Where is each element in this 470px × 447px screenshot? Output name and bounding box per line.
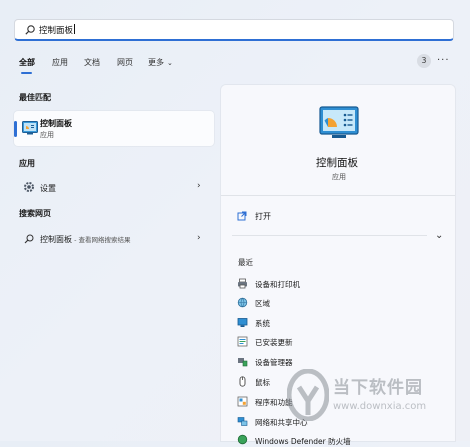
recent-item[interactable]: 系统: [255, 318, 270, 329]
divider: [232, 235, 427, 236]
expand-chevron-icon[interactable]: ⌄: [435, 230, 443, 241]
active-tab-indicator: [21, 72, 32, 74]
chevron-right-icon: ›: [197, 181, 201, 191]
mouse-icon: [239, 376, 246, 387]
tab-more[interactable]: 更多 ⌄: [148, 57, 173, 69]
chevron-right-icon: ›: [197, 233, 201, 243]
recent-item[interactable]: 鼠标: [255, 377, 270, 388]
tab-web[interactable]: 网页: [117, 57, 133, 69]
monitor-icon: [237, 318, 248, 327]
watermark-title: 当下软件园: [333, 378, 423, 398]
more-options-icon[interactable]: ···: [437, 55, 450, 66]
app-title: 控制面板: [316, 157, 358, 169]
best-match-title: 控制面板: [40, 119, 72, 128]
app-type: 应用: [332, 173, 346, 181]
open-label: 打开: [255, 212, 271, 221]
recent-item[interactable]: 设备管理器: [255, 357, 293, 368]
firewall-icon: [237, 434, 248, 445]
updates-icon: [237, 336, 248, 347]
watermark: 当下软件园 www.downxia.com: [287, 369, 457, 429]
best-match-subtitle: 应用: [40, 131, 54, 139]
tab-documents[interactable]: 文档: [84, 57, 100, 69]
web-search-suffix: - 查看网络搜索结果: [72, 236, 131, 244]
text-caret: [74, 24, 76, 34]
watermark-logo-icon: [287, 369, 329, 421]
divider: [221, 195, 455, 196]
programs-icon: [237, 396, 248, 407]
control-panel-icon: [22, 121, 38, 135]
recent-item[interactable]: 已安装更新: [255, 337, 293, 348]
recent-item[interactable]: Windows Defender 防火墙: [255, 436, 351, 447]
globe-icon: [237, 297, 248, 308]
watermark-url: www.downxia.com: [333, 401, 427, 412]
search-input[interactable]: 控制面板: [14, 19, 454, 41]
chevron-down-icon: ⌄: [167, 59, 173, 67]
result-count-badge: 3: [417, 54, 431, 68]
tab-all[interactable]: 全部: [19, 57, 35, 69]
recent-item[interactable]: 区域: [255, 298, 270, 309]
network-icon: [237, 417, 248, 426]
recent-item[interactable]: 设备和打印机: [255, 279, 300, 290]
search-icon: [24, 234, 34, 244]
best-match-header: 最佳匹配: [19, 93, 51, 102]
web-search-header: 搜索网页: [19, 209, 51, 218]
selection-indicator: [14, 121, 17, 137]
apps-header: 应用: [19, 159, 35, 168]
tab-more-label: 更多: [148, 58, 164, 67]
recent-header: 最近: [238, 258, 253, 267]
printer-icon: [238, 278, 247, 289]
settings-label: 设置: [40, 184, 56, 193]
settings-gear-icon: [24, 182, 34, 192]
search-icon: [25, 25, 35, 35]
control-panel-large-icon: [319, 106, 359, 138]
search-query: 控制面板: [39, 26, 74, 36]
web-search-query: 控制面板: [40, 235, 72, 244]
tab-apps[interactable]: 应用: [52, 57, 68, 69]
open-icon: [237, 211, 247, 221]
device-manager-icon: [238, 358, 248, 367]
